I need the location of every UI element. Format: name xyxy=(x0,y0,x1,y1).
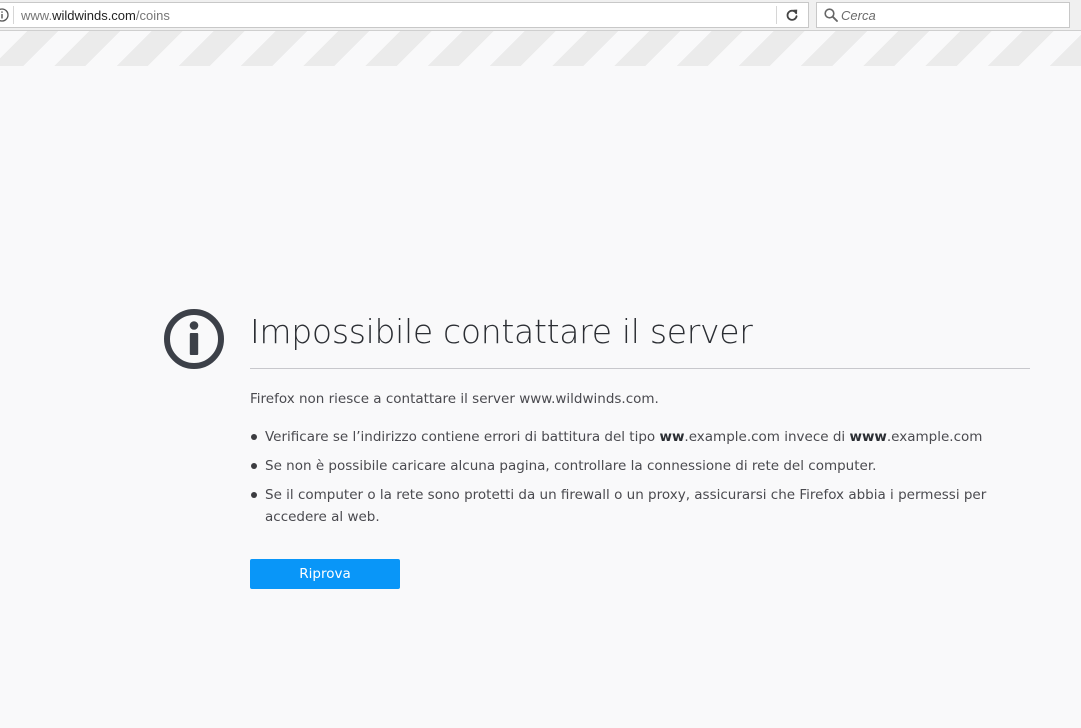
search-icon xyxy=(824,8,838,22)
list-item: Se non è possibile caricare alcuna pagin… xyxy=(250,455,1000,477)
reload-icon xyxy=(786,9,798,21)
error-description: Firefox non riesce a contattare il serve… xyxy=(250,391,659,407)
suggestion-list: Verificare se l’indirizzo contiene error… xyxy=(250,426,1030,535)
suggestion-firewall-text: Se il computer o la rete sono protetti d… xyxy=(265,487,987,525)
suggestion-typo-text: .example.com xyxy=(886,429,983,445)
url-text[interactable]: www.wildwinds.com/coins xyxy=(21,8,170,23)
suggestion-typo-text: Verificare se l’indirizzo contiene error… xyxy=(265,429,660,445)
list-item: Se il computer o la rete sono protetti d… xyxy=(250,484,1000,528)
url-prefix: www. xyxy=(21,8,53,23)
info-circle-icon xyxy=(164,309,224,369)
info-icon[interactable] xyxy=(0,7,9,23)
search-input[interactable] xyxy=(841,5,1061,25)
reload-button[interactable] xyxy=(780,4,804,26)
url-path: /coins xyxy=(135,8,170,23)
url-bar-divider xyxy=(13,6,14,24)
list-item: Verificare se l’indirizzo contiene error… xyxy=(250,426,1000,448)
page-title: Impossibile contattare il server xyxy=(250,312,753,351)
url-bar[interactable]: www.wildwinds.com/coins xyxy=(0,2,809,28)
browser-toolbar: www.wildwinds.com/coins xyxy=(0,0,1081,31)
suggestion-typo-text: .example.com invece di xyxy=(684,429,850,445)
search-bar[interactable] xyxy=(816,2,1070,28)
url-domain: wildwinds.com xyxy=(52,8,136,23)
retry-button[interactable]: Riprova xyxy=(250,559,400,589)
suggestion-typo-bold: www xyxy=(849,429,887,445)
title-divider xyxy=(250,368,1030,369)
stripe-band xyxy=(0,31,1081,66)
suggestion-connection-text: Se non è possibile caricare alcuna pagin… xyxy=(265,458,877,474)
url-bar-divider xyxy=(776,6,777,24)
suggestion-typo-bold: ww xyxy=(659,429,685,445)
